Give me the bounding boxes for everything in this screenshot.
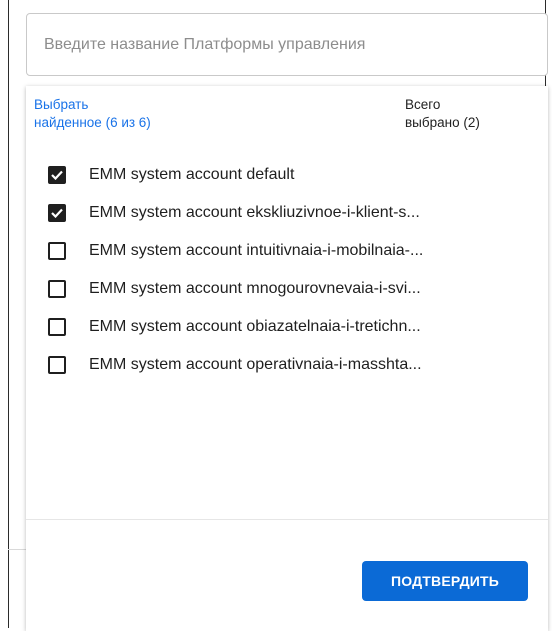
list-item-label: EMM system account mnogourovnevaia-i-svi… <box>89 280 421 297</box>
list-item-label: EMM system account operativnaia-i-massht… <box>89 356 422 373</box>
list-item-label: EMM system account default <box>89 166 295 183</box>
page-border-left <box>8 0 9 628</box>
total-selected-line2: выбрано (2) <box>405 115 480 130</box>
list-item[interactable]: EMM system account operativnaia-i-massht… <box>26 346 548 384</box>
list-item-label: EMM system account ekskliuzivnoe-i-klien… <box>89 204 420 221</box>
search-input[interactable] <box>42 34 547 55</box>
total-selected-line1: Всего <box>405 97 441 112</box>
checkmark-icon <box>51 170 63 180</box>
checkbox[interactable] <box>48 318 66 336</box>
list-item[interactable]: EMM system account default <box>26 156 548 194</box>
list-item-label: EMM system account intuitivnaia-i-mobiln… <box>89 242 424 259</box>
select-found-label-line1: Выбрать <box>34 97 89 112</box>
confirm-button[interactable]: ПОДТВЕРДИТЬ <box>362 561 528 601</box>
search-field[interactable] <box>26 13 548 76</box>
list-item[interactable]: EMM system account intuitivnaia-i-mobiln… <box>26 232 548 270</box>
list-item[interactable]: EMM system account ekskliuzivnoe-i-klien… <box>26 194 548 232</box>
checkbox[interactable] <box>48 356 66 374</box>
list-item-label: EMM system account obiazatelnaia-i-treti… <box>89 318 421 335</box>
footer-divider <box>26 519 548 520</box>
dialog-frame: Выбрать найденное (6 из 6) Всего выбрано… <box>0 0 552 631</box>
select-found-link[interactable]: Выбрать найденное (6 из 6) <box>34 96 234 132</box>
page-divider-stub <box>8 549 26 550</box>
checkbox[interactable] <box>48 242 66 260</box>
checkbox[interactable] <box>48 204 66 222</box>
checkbox[interactable] <box>48 166 66 184</box>
checkbox[interactable] <box>48 280 66 298</box>
list-item[interactable]: EMM system account mnogourovnevaia-i-svi… <box>26 270 548 308</box>
list-item[interactable]: EMM system account obiazatelnaia-i-treti… <box>26 308 548 346</box>
account-list: EMM system account default EMM system ac… <box>26 156 548 384</box>
select-found-label-line2: найденное (6 из 6) <box>34 115 151 130</box>
total-selected-counter: Всего выбрано (2) <box>405 96 525 132</box>
checkmark-icon <box>51 208 63 218</box>
